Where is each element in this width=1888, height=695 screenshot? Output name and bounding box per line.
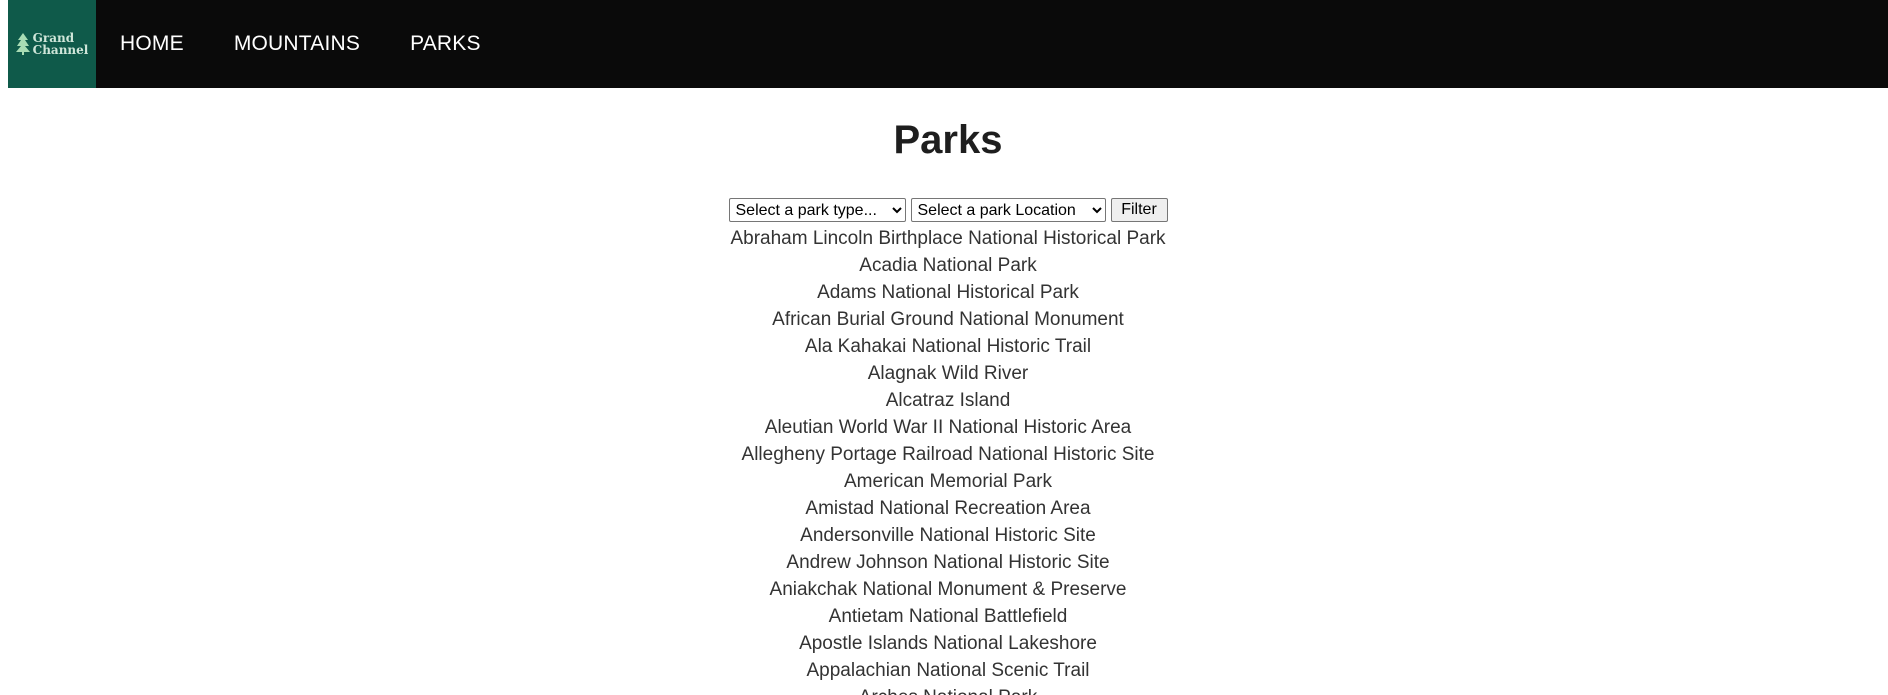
top-navbar: Grand Channel HOME MOUNTAINS PARKS [8, 0, 1888, 88]
park-list: Abraham Lincoln Birthplace National Hist… [0, 225, 1888, 695]
page: Grand Channel HOME MOUNTAINS PARKS Parks… [0, 0, 1888, 695]
park-list-item[interactable]: Arches National Park [0, 684, 1888, 695]
park-list-item[interactable]: Aleutian World War II National Historic … [0, 414, 1888, 441]
park-list-item[interactable]: American Memorial Park [0, 468, 1888, 495]
park-list-item[interactable]: Appalachian National Scenic Trail [0, 657, 1888, 684]
park-list-item[interactable]: Adams National Historical Park [0, 279, 1888, 306]
park-list-item[interactable]: Aniakchak National Monument & Preserve [0, 576, 1888, 603]
park-list-item[interactable]: Allegheny Portage Railroad National Hist… [0, 441, 1888, 468]
page-title: Parks [893, 118, 1003, 162]
filter-button[interactable]: Filter [1110, 198, 1168, 222]
park-list-item[interactable]: Acadia National Park [0, 252, 1888, 279]
nav-link-home[interactable]: HOME [120, 32, 184, 56]
park-location-select[interactable]: Select a park Location [910, 198, 1106, 222]
park-list-item[interactable]: Antietam National Battlefield [0, 603, 1888, 630]
park-list-item[interactable]: Abraham Lincoln Birthplace National Hist… [0, 225, 1888, 252]
filter-bar: Select a park type... Select a park Loca… [0, 198, 1888, 222]
logo-text-line2: Channel [32, 43, 89, 57]
logo[interactable]: Grand Channel [8, 0, 96, 88]
park-list-item[interactable]: Alagnak Wild River [0, 360, 1888, 387]
park-list-item[interactable]: African Burial Ground National Monument [0, 306, 1888, 333]
park-list-item[interactable]: Apostle Islands National Lakeshore [0, 630, 1888, 657]
park-type-select[interactable]: Select a park type... [728, 198, 906, 222]
logo-text: Grand Channel [33, 32, 89, 56]
park-list-item[interactable]: Andersonville National Historic Site [0, 522, 1888, 549]
park-list-item[interactable]: Andrew Johnson National Historic Site [0, 549, 1888, 576]
park-list-item[interactable]: Alcatraz Island [0, 387, 1888, 414]
park-list-item[interactable]: Ala Kahakai National Historic Trail [0, 333, 1888, 360]
pine-tree-icon [15, 33, 30, 55]
nav-link-mountains[interactable]: MOUNTAINS [234, 32, 360, 56]
nav-link-parks[interactable]: PARKS [410, 32, 481, 56]
park-list-item[interactable]: Amistad National Recreation Area [0, 495, 1888, 522]
